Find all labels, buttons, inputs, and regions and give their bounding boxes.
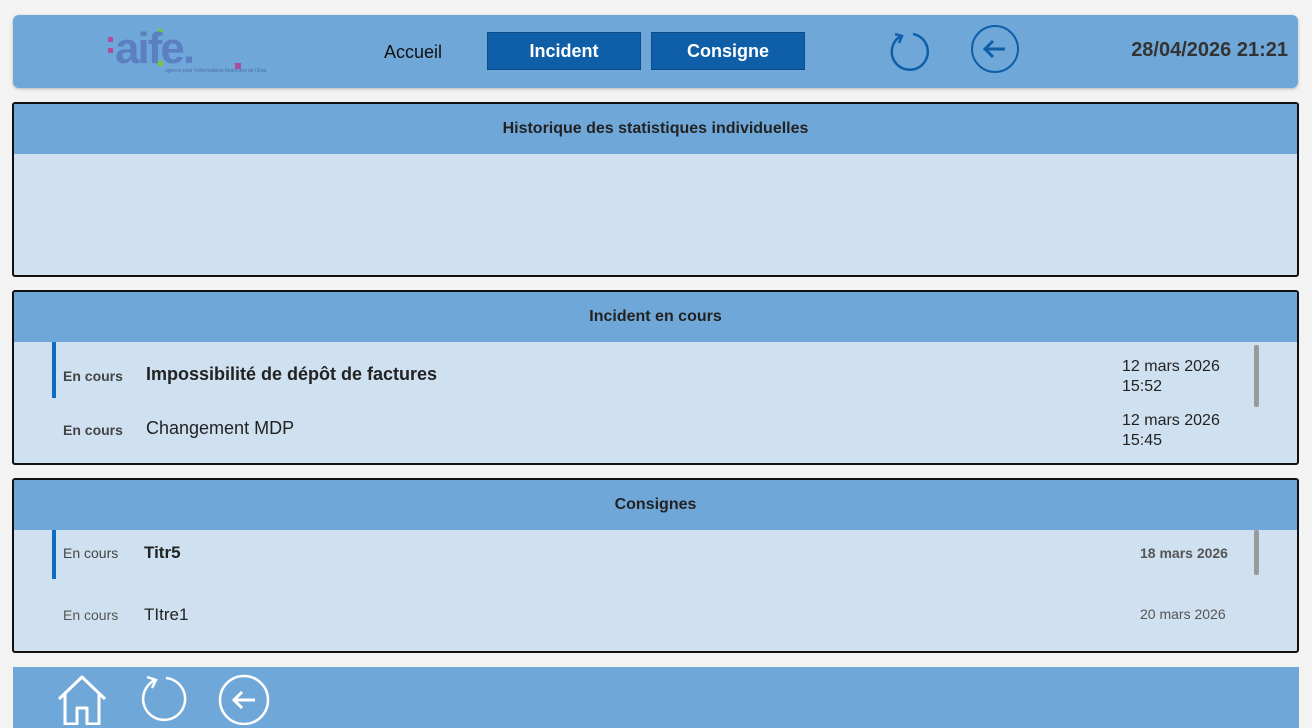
incident-title: Impossibilité de dépôt de factures (146, 364, 438, 384)
incident-date: 12 mars 2026 (1122, 412, 1220, 429)
back-arrow-icon[interactable] (969, 25, 1021, 77)
incident-title: Changement MDP (146, 418, 295, 438)
incident-status: En cours (63, 368, 123, 384)
aife-logo: aife. agence pour l'informatique financi… (103, 25, 283, 79)
consigne-date: 20 mars 2026 (1140, 606, 1226, 622)
selected-indicator (52, 530, 56, 579)
stats-history-title: Historique des statistiques individuelle… (14, 104, 1297, 154)
selected-indicator (52, 342, 56, 398)
home-icon[interactable] (55, 671, 109, 726)
consigne-title: TItre1 (144, 605, 189, 624)
incident-time: 15:52 (1122, 378, 1163, 395)
nav-accueil-link[interactable]: Accueil (368, 42, 458, 64)
consigne-status: En cours (63, 545, 119, 561)
incidents-scrollbar[interactable] (1254, 345, 1259, 407)
current-datetime: 28/04/2026 21:21 (1131, 39, 1288, 61)
consignes-scrollbar[interactable] (1254, 530, 1259, 575)
consigne-date: 18 mars 2026 (1140, 545, 1228, 561)
incident-row[interactable]: En cours Impossibilité de dépôt de factu… (52, 342, 1232, 398)
refresh-icon[interactable] (135, 671, 189, 725)
incident-status: En cours (63, 422, 123, 438)
consigne-title: Titr5 (144, 543, 181, 562)
top-bar: aife. agence pour l'informatique financi… (13, 15, 1298, 88)
consignes-title: Consignes (14, 480, 1297, 530)
incidents-panel: Incident en cours En cours Impossibilité… (12, 290, 1299, 465)
stats-history-panel: Historique des statistiques individuelle… (12, 102, 1299, 277)
logo-text: aife. (115, 24, 195, 73)
nav-consigne-button[interactable]: Consigne (651, 32, 805, 70)
logo-subtitle: agence pour l'informatique financière de… (165, 68, 267, 74)
incident-row[interactable]: En cours Changement MDP 12 mars 2026 15:… (52, 398, 1232, 454)
footer-bar (13, 667, 1299, 728)
consigne-status: En cours (63, 607, 119, 623)
consignes-panel: Consignes En cours Titr5 18 mars 2026 En… (12, 478, 1299, 653)
incidents-title: Incident en cours (14, 292, 1297, 342)
incident-date: 12 mars 2026 (1122, 358, 1220, 375)
refresh-icon[interactable] (883, 25, 935, 77)
incident-time: 15:45 (1122, 432, 1163, 449)
nav-incident-button[interactable]: Incident (487, 32, 641, 70)
consigne-row[interactable]: En cours TItre1 20 mars 2026 (52, 592, 1232, 636)
back-arrow-icon[interactable] (217, 671, 271, 726)
consigne-row[interactable]: En cours Titr5 18 mars 2026 (52, 530, 1232, 579)
